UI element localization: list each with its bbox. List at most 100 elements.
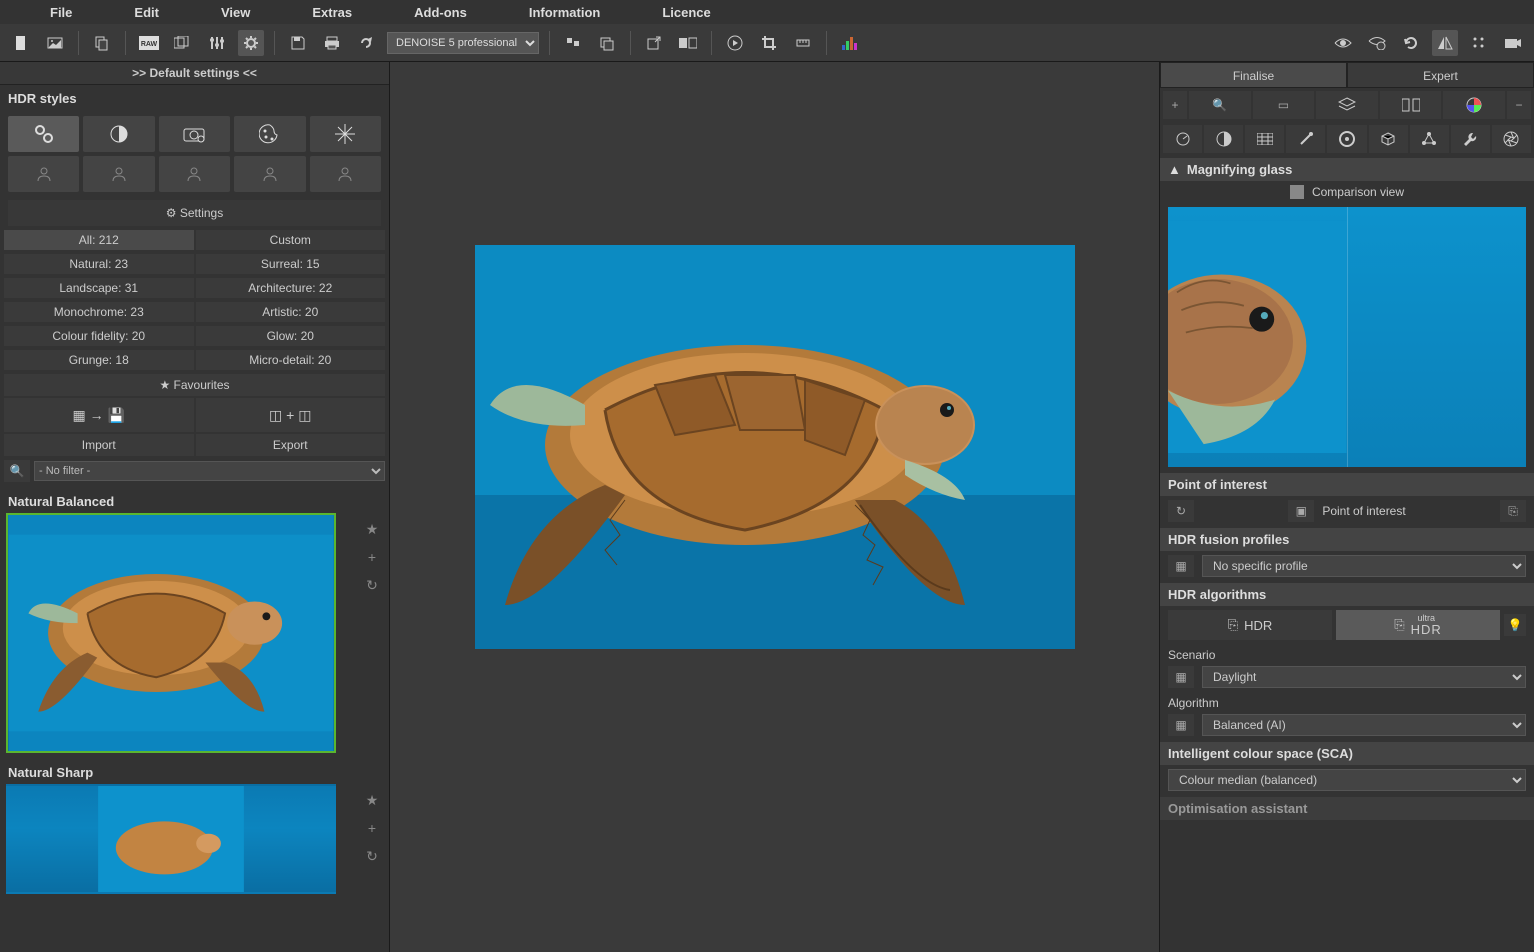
compare-icon[interactable]: [675, 30, 701, 56]
new-file-icon[interactable]: [8, 30, 34, 56]
style-camera-icon[interactable]: [159, 116, 230, 152]
tab-finalise[interactable]: Finalise: [1160, 62, 1347, 88]
half-tool-icon[interactable]: [1204, 125, 1243, 153]
aperture-tool-icon[interactable]: [1492, 125, 1531, 153]
import-icon-cell[interactable]: ▦ → 💾: [4, 398, 194, 432]
favourites-button[interactable]: ★ Favourites: [4, 374, 385, 396]
star-icon[interactable]: ★: [363, 521, 381, 539]
refresh-icon[interactable]: ↻: [363, 577, 381, 595]
style-user2-icon[interactable]: [83, 156, 154, 192]
export-button[interactable]: Export: [196, 434, 386, 456]
dial-tool-icon[interactable]: [1163, 125, 1202, 153]
poi-copy-icon[interactable]: ⎘: [1500, 500, 1526, 522]
preset-thumb-1[interactable]: [6, 784, 336, 894]
cat-landscape[interactable]: Landscape: 31: [4, 278, 194, 298]
gallery-icon[interactable]: [170, 30, 196, 56]
style-user1-icon[interactable]: [8, 156, 79, 192]
fusion-select[interactable]: No specific profile: [1202, 555, 1526, 577]
copy-icon[interactable]: [89, 30, 115, 56]
style-contrast-icon[interactable]: [83, 116, 154, 152]
style-gears-icon[interactable]: [8, 116, 79, 152]
reload-icon[interactable]: [1398, 30, 1424, 56]
sliders-icon[interactable]: [204, 30, 230, 56]
align-icon[interactable]: [560, 30, 586, 56]
preset-thumb-0[interactable]: [6, 513, 336, 753]
open-image-icon[interactable]: [42, 30, 68, 56]
menu-addons[interactable]: Add-ons: [384, 3, 497, 22]
save-icon[interactable]: [285, 30, 311, 56]
style-user5-icon[interactable]: [310, 156, 381, 192]
export-icon[interactable]: [641, 30, 667, 56]
style-sparkle-icon[interactable]: [310, 116, 381, 152]
histogram-icon[interactable]: [837, 30, 863, 56]
import-button[interactable]: Import: [4, 434, 194, 456]
style-user3-icon[interactable]: [159, 156, 230, 192]
preset-item-1[interactable]: ★ + ↻: [4, 784, 385, 894]
stack-icon[interactable]: [594, 30, 620, 56]
cat-custom[interactable]: Custom: [196, 230, 386, 250]
menu-view[interactable]: View: [191, 3, 280, 22]
fusion-icon[interactable]: ▦: [1168, 555, 1194, 577]
camera-icon[interactable]: [1500, 30, 1526, 56]
cat-monochrome[interactable]: Monochrome: 23: [4, 302, 194, 322]
cat-glow[interactable]: Glow: 20: [196, 326, 386, 346]
poi-refresh-icon[interactable]: ↻: [1168, 500, 1194, 522]
magnify-header[interactable]: ▲ Magnifying glass: [1160, 158, 1534, 181]
cat-surreal[interactable]: Surreal: 15: [196, 254, 386, 274]
cat-all[interactable]: All: 212: [4, 230, 194, 250]
ultrahdr-button[interactable]: ⎘ ultraHDR: [1336, 610, 1500, 640]
style-user4-icon[interactable]: [234, 156, 305, 192]
cat-natural[interactable]: Natural: 23: [4, 254, 194, 274]
default-settings-label[interactable]: >> Default settings <<: [0, 62, 389, 85]
play-icon[interactable]: [722, 30, 748, 56]
wrench-tool-icon[interactable]: [1451, 125, 1490, 153]
algorithm-select[interactable]: Balanced (AI): [1202, 714, 1526, 736]
gear-icon[interactable]: [238, 30, 264, 56]
menu-edit[interactable]: Edit: [104, 3, 189, 22]
frame-tool-icon[interactable]: ▭: [1253, 91, 1315, 119]
settings-button[interactable]: ⚙ Settings: [8, 200, 381, 226]
poi-header[interactable]: Point of interest: [1160, 473, 1534, 496]
huewheel-tool-icon[interactable]: [1327, 125, 1366, 153]
raw-icon[interactable]: RAW: [136, 30, 162, 56]
eye-timer-icon[interactable]: [1364, 30, 1390, 56]
style-palette-icon[interactable]: [234, 116, 305, 152]
crop-icon[interactable]: [756, 30, 782, 56]
colorwheel-tool-icon[interactable]: [1443, 91, 1505, 119]
compare-tool-icon[interactable]: [1380, 91, 1442, 119]
cat-artistic[interactable]: Artistic: 20: [196, 302, 386, 322]
menu-extras[interactable]: Extras: [282, 3, 382, 22]
plus-icon[interactable]: +: [363, 549, 381, 567]
optimisation-header[interactable]: Optimisation assistant: [1160, 797, 1534, 820]
plus-tool-icon[interactable]: +: [1163, 91, 1187, 119]
nodes-tool-icon[interactable]: [1410, 125, 1449, 153]
scenario-select[interactable]: Daylight: [1202, 666, 1526, 688]
plugin-select[interactable]: DENOISE 5 professional: [387, 32, 539, 54]
eye-icon[interactable]: [1330, 30, 1356, 56]
layers-tool-icon[interactable]: [1316, 91, 1378, 119]
search-icon[interactable]: 🔍: [4, 460, 30, 482]
minus-tool-icon[interactable]: −: [1507, 91, 1531, 119]
ics-header[interactable]: Intelligent colour space (SCA): [1160, 742, 1534, 765]
center-viewport[interactable]: [390, 62, 1159, 952]
star-icon[interactable]: ★: [363, 792, 381, 810]
magnify-tool-icon[interactable]: 🔍: [1189, 91, 1251, 119]
cat-grunge[interactable]: Grunge: 18: [4, 350, 194, 370]
algorithm-icon[interactable]: ▦: [1168, 714, 1194, 736]
filter-select[interactable]: - No filter -: [34, 461, 385, 481]
cat-micro-detail[interactable]: Micro-detail: 20: [196, 350, 386, 370]
comparison-checkbox[interactable]: [1290, 185, 1304, 199]
ruler-icon[interactable]: [790, 30, 816, 56]
magnify-preview[interactable]: [1168, 207, 1526, 467]
refresh-icon[interactable]: ↻: [363, 848, 381, 866]
print-icon[interactable]: [319, 30, 345, 56]
preset-item-0[interactable]: ★ + ↻: [4, 513, 385, 753]
grid-tool-icon[interactable]: [1245, 125, 1284, 153]
mirror-horizontal-icon[interactable]: [1432, 30, 1458, 56]
scenario-icon[interactable]: ▦: [1168, 666, 1194, 688]
algo-header[interactable]: HDR algorithms: [1160, 583, 1534, 606]
poi-target-icon[interactable]: ▣: [1288, 500, 1314, 522]
export-icon-cell[interactable]: ◫ + ◫: [196, 398, 386, 432]
cat-architecture[interactable]: Architecture: 22: [196, 278, 386, 298]
dots-icon[interactable]: [1466, 30, 1492, 56]
